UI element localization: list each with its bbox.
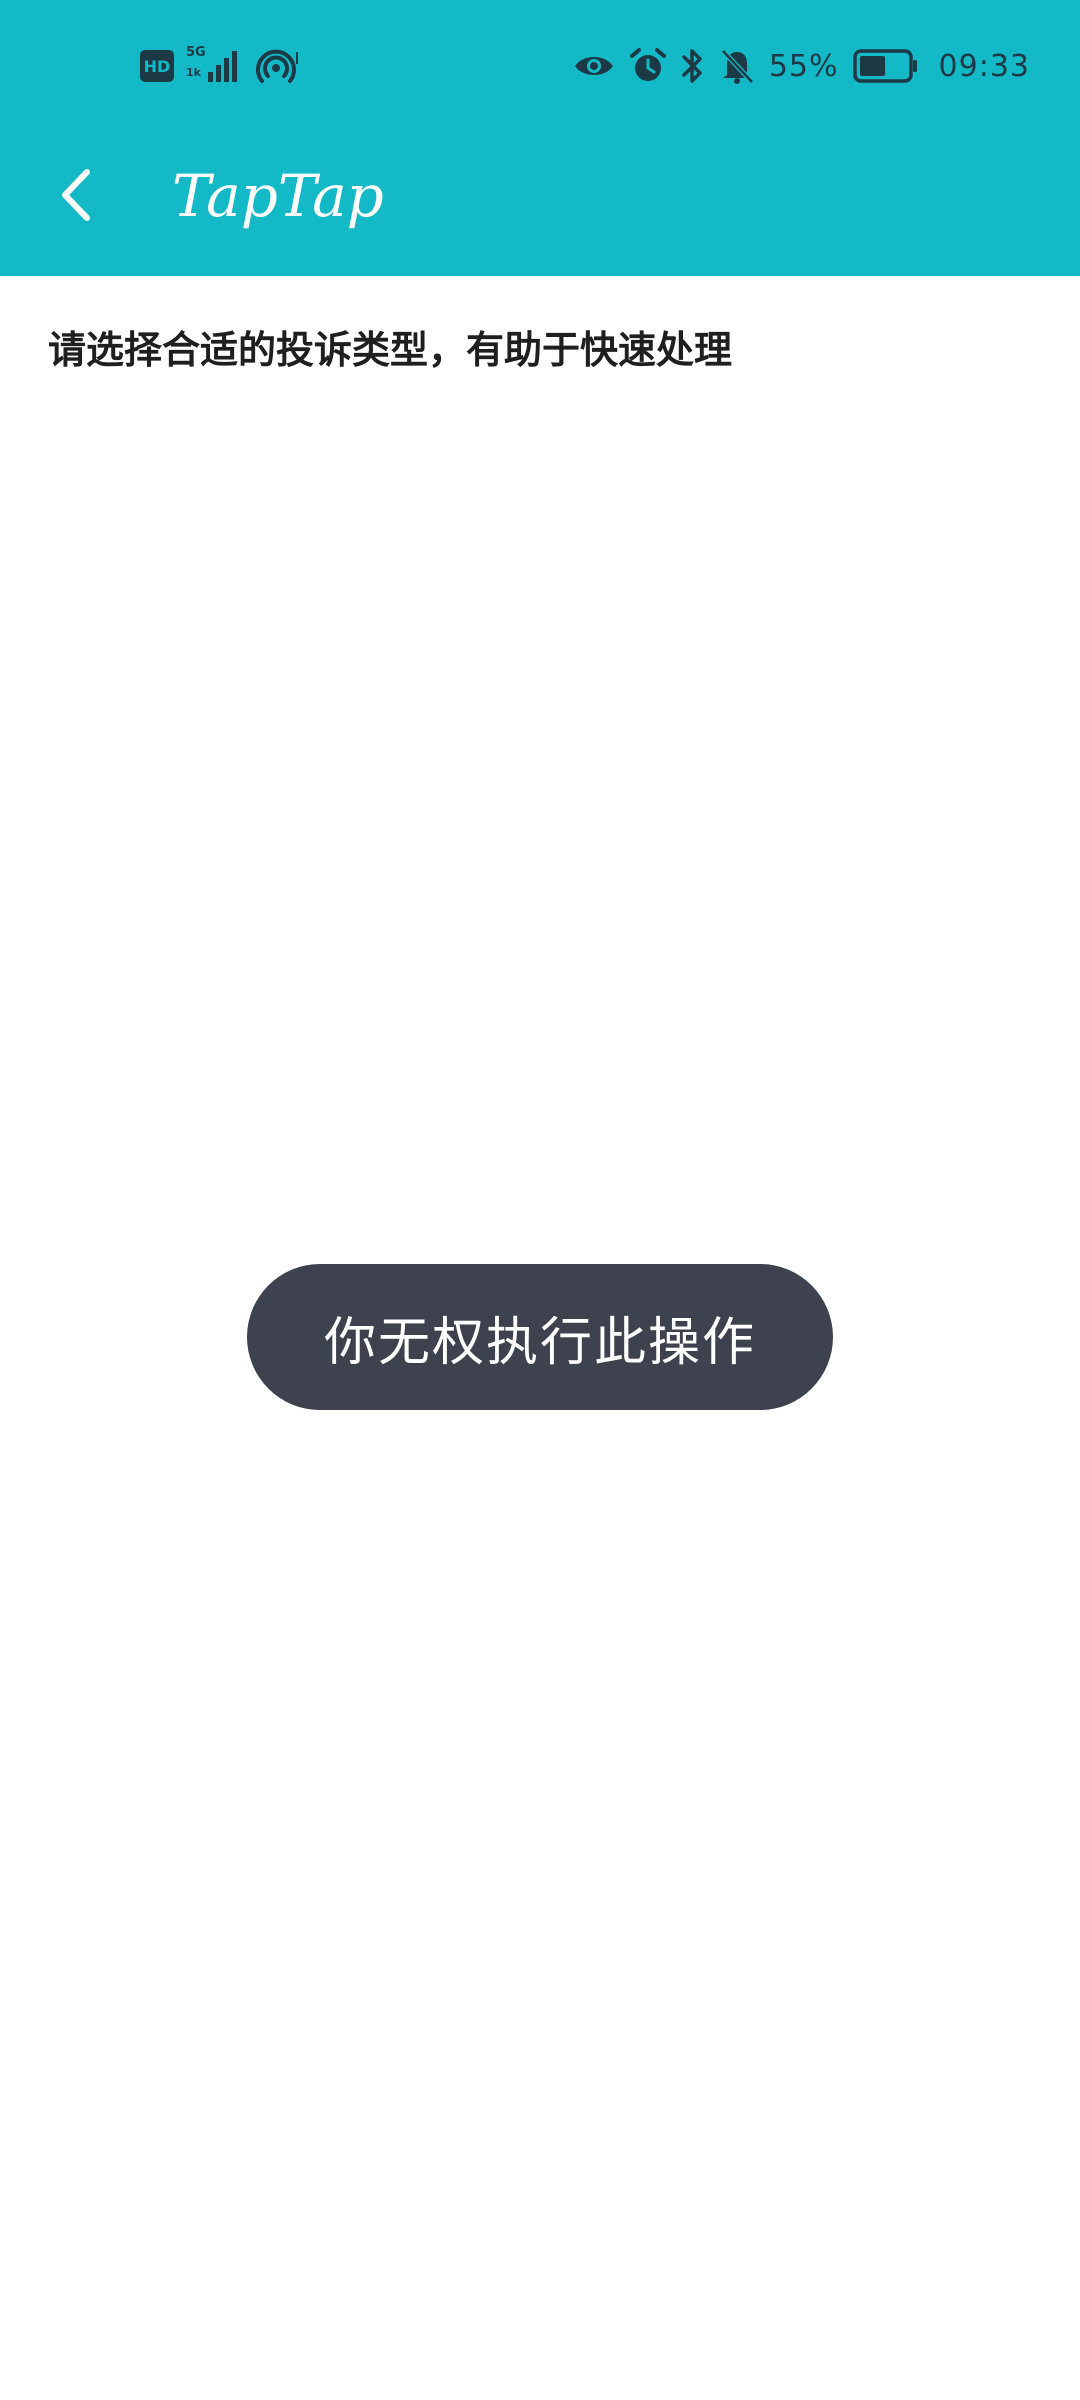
status-bar: HD 5G 1k 55% 09:33 bbox=[0, 0, 1080, 130]
battery-icon bbox=[852, 49, 919, 83]
header: HD 5G 1k 55% 09:33 TapTap bbox=[0, 0, 1080, 276]
toast: 你无权执行此操作 bbox=[247, 1264, 833, 1410]
complaint-type-prompt: 请选择合适的投诉类型，有助于快速处理 bbox=[48, 328, 733, 372]
battery-percent: 55% bbox=[768, 48, 839, 84]
eye-icon bbox=[573, 51, 615, 81]
hd-icon: HD bbox=[140, 50, 174, 82]
hotspot-icon bbox=[256, 46, 300, 86]
bluetooth-icon bbox=[681, 47, 705, 85]
status-bar-right: 55% 09:33 bbox=[573, 44, 1030, 88]
network-type-label: 5G bbox=[186, 45, 206, 60]
screen: HD 5G 1k 55% 09:33 TapTap 请选择合适的投诉类型，有助于… bbox=[0, 0, 1080, 2400]
clock: 09:33 bbox=[938, 48, 1030, 84]
alarm-icon bbox=[629, 47, 667, 85]
chevron-left-icon bbox=[62, 169, 90, 221]
toast-message: 你无权执行此操作 bbox=[323, 1312, 756, 1373]
network-speed-label: 1k bbox=[186, 66, 201, 79]
mute-bell-icon bbox=[719, 47, 755, 85]
signal-icon: 5G 1k bbox=[186, 46, 244, 86]
app-bar: TapTap bbox=[0, 130, 1080, 276]
app-title: TapTap bbox=[172, 162, 384, 230]
status-bar-left: HD 5G 1k bbox=[140, 44, 300, 88]
signal-bars-icon bbox=[208, 51, 237, 82]
back-button[interactable] bbox=[40, 160, 110, 230]
